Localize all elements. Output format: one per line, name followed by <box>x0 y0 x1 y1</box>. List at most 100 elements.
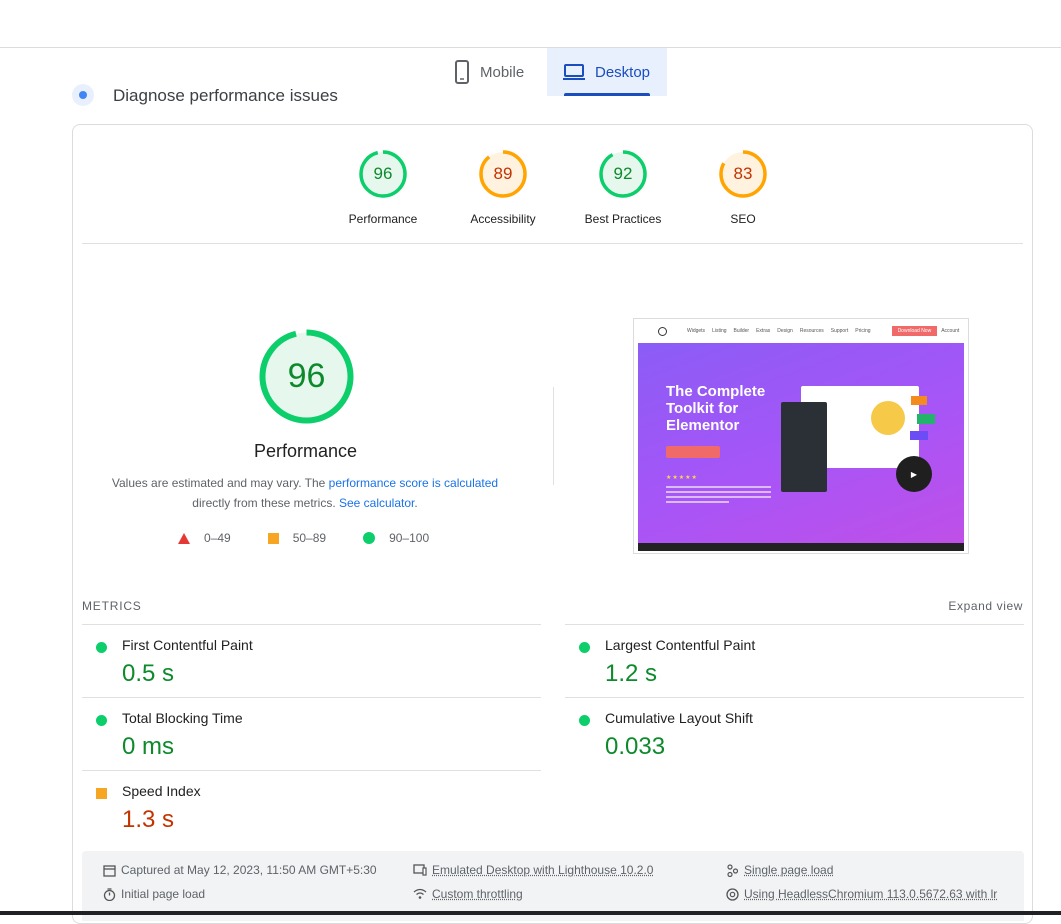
tab-selected-indicator <box>564 93 650 96</box>
throttling[interactable]: Custom throttling <box>413 887 523 901</box>
screenshot-nav-cta: Download Now <box>892 326 938 336</box>
metric-value: 0.033 <box>605 733 665 761</box>
screenshot-nav: Widgets Listing Builder Extras Design Resourc… <box>634 319 968 343</box>
circle-icon <box>363 532 375 544</box>
see-calculator-link[interactable]: See calculator <box>339 496 414 510</box>
metrics-column-left: First Contentful Paint 0.5 s Total Blockin… <box>82 624 541 843</box>
gauge-ring: 83 <box>718 149 768 199</box>
square-icon <box>268 533 279 544</box>
gauge-label: SEO <box>730 212 755 226</box>
screenshot-nav-item: Builder <box>734 328 750 334</box>
devices-icon <box>413 863 427 877</box>
gauge-label: Accessibility <box>470 212 535 226</box>
section-title: Diagnose performance issues <box>113 86 338 106</box>
performance-title: Performance <box>203 441 408 462</box>
gauge-label: Performance <box>349 212 418 226</box>
calendar-icon <box>102 863 116 877</box>
metric-total-blocking-time: Total Blocking Time 0 ms <box>82 697 541 770</box>
legend-fail-label: 0–49 <box>204 531 231 545</box>
gauge-score: 83 <box>718 149 768 199</box>
tab-mobile[interactable]: Mobile <box>438 48 547 96</box>
screenshot-nav-item: Design <box>777 328 793 334</box>
gauge-label: Best Practices <box>585 212 662 226</box>
gauge-accessibility[interactable]: 89 Accessibility <box>443 149 563 226</box>
screenshot-nav-item: Extras <box>756 328 770 334</box>
report-card: 96 Performance 89 Accessibility 92 Best Pract… <box>72 124 1033 924</box>
tab-desktop[interactable]: Desktop <box>547 48 667 96</box>
triangle-icon <box>178 533 190 544</box>
expand-view-toggle[interactable]: Expand view <box>948 599 1023 613</box>
browser-info[interactable]: Using HeadlessChromium 113.0.5672.63 wit… <box>725 887 997 901</box>
screenshot-tag <box>910 431 928 440</box>
phone-icon <box>454 60 470 84</box>
metric-value: 1.2 s <box>605 660 657 688</box>
single-page-load[interactable]: Single page load <box>725 863 833 877</box>
metric-speed-index: Speed Index 1.3 s <box>82 770 541 843</box>
metric-value: 1.3 s <box>122 806 174 834</box>
captured-at-text: Captured at May 12, 2023, 11:50 AM GMT+5… <box>121 863 377 877</box>
gauge-score: 92 <box>598 149 648 199</box>
legend-pass: 90–100 <box>363 531 429 545</box>
desc-text: Values are estimated and may vary. The <box>112 476 329 490</box>
metric-name: Cumulative Layout Shift <box>605 710 753 726</box>
pass-circle-icon <box>579 642 590 653</box>
initial-page-load: Initial page load <box>102 887 205 901</box>
tab-mobile-label: Mobile <box>480 64 524 81</box>
nodes-icon <box>725 863 739 877</box>
timer-icon <box>102 887 116 901</box>
screenshot-text-lines <box>666 486 771 506</box>
single-page-load-text: Single page load <box>744 863 833 877</box>
pass-circle-icon <box>579 715 590 726</box>
throttling-text: Custom throttling <box>432 887 523 901</box>
gauge-best-practices[interactable]: 92 Best Practices <box>563 149 683 226</box>
gauge-score: 89 <box>478 149 528 199</box>
gauge-seo[interactable]: 83 SEO <box>683 149 803 226</box>
gauge-performance[interactable]: 96 Performance <box>323 149 443 226</box>
pass-circle-icon <box>96 715 107 726</box>
screenshot-nav-item: Pricing <box>855 328 870 334</box>
vertical-divider <box>553 387 554 485</box>
score-legend: 0–49 50–89 90–100 <box>178 531 466 545</box>
screenshot-logo <box>658 327 667 336</box>
gauge-ring: 92 <box>598 149 648 199</box>
bottom-bar <box>0 911 1061 915</box>
metric-value: 0 ms <box>122 733 174 761</box>
screenshot-footer <box>638 543 964 551</box>
screenshot-tag <box>917 414 935 424</box>
metric-cumulative-layout-shift: Cumulative Layout Shift 0.033 <box>565 697 1024 770</box>
metrics-column-right: Largest Contentful Paint 1.2 s Cumulative … <box>565 624 1024 770</box>
performance-score: 96 <box>258 328 355 425</box>
screenshot-nav-item: Listing <box>712 328 726 334</box>
emulated-device-text: Emulated Desktop with Lighthouse 10.2.0 <box>432 863 653 877</box>
final-screenshot[interactable]: Widgets Listing Builder Extras Design Resourc… <box>633 318 969 554</box>
gauge-score: 96 <box>358 149 408 199</box>
metric-first-contentful-paint: First Contentful Paint 0.5 s <box>82 624 541 697</box>
diagnose-icon <box>72 84 94 106</box>
screenshot-tag <box>911 396 927 405</box>
score-calculated-link[interactable]: performance score is calculated <box>329 476 498 490</box>
average-square-icon <box>96 788 107 799</box>
desc-text-2: directly from these metrics. <box>192 496 339 510</box>
metrics-heading: METRICS <box>82 599 142 613</box>
legend-average: 50–89 <box>268 531 326 545</box>
screenshot-panel <box>781 402 827 492</box>
screenshot-hero-title: The Complete Toolkit for Elementor <box>666 383 786 434</box>
desc-text-3: . <box>414 496 417 510</box>
metric-value: 0.5 s <box>122 660 174 688</box>
performance-gauge-large: 96 <box>258 328 355 425</box>
performance-description: Values are estimated and may vary. The p… <box>105 473 505 513</box>
screenshot-avatar <box>871 401 905 435</box>
gauge-ring: 89 <box>478 149 528 199</box>
emulated-device[interactable]: Emulated Desktop with Lighthouse 10.2.0 <box>413 863 653 877</box>
legend-average-label: 50–89 <box>293 531 326 545</box>
wifi-icon <box>413 887 427 901</box>
metric-name: Total Blocking Time <box>122 710 243 726</box>
screenshot-nav-item: Widgets <box>687 328 705 334</box>
category-gauges: 96 Performance 89 Accessibility 92 Best Pract… <box>323 149 803 226</box>
metric-name: First Contentful Paint <box>122 637 253 653</box>
screenshot-nav-item: Support <box>831 328 849 334</box>
metric-largest-contentful-paint: Largest Contentful Paint 1.2 s <box>565 624 1024 697</box>
divider <box>82 243 1023 244</box>
screenshot-stars: ★★★★★ <box>666 474 698 481</box>
initial-page-load-text: Initial page load <box>121 887 205 901</box>
